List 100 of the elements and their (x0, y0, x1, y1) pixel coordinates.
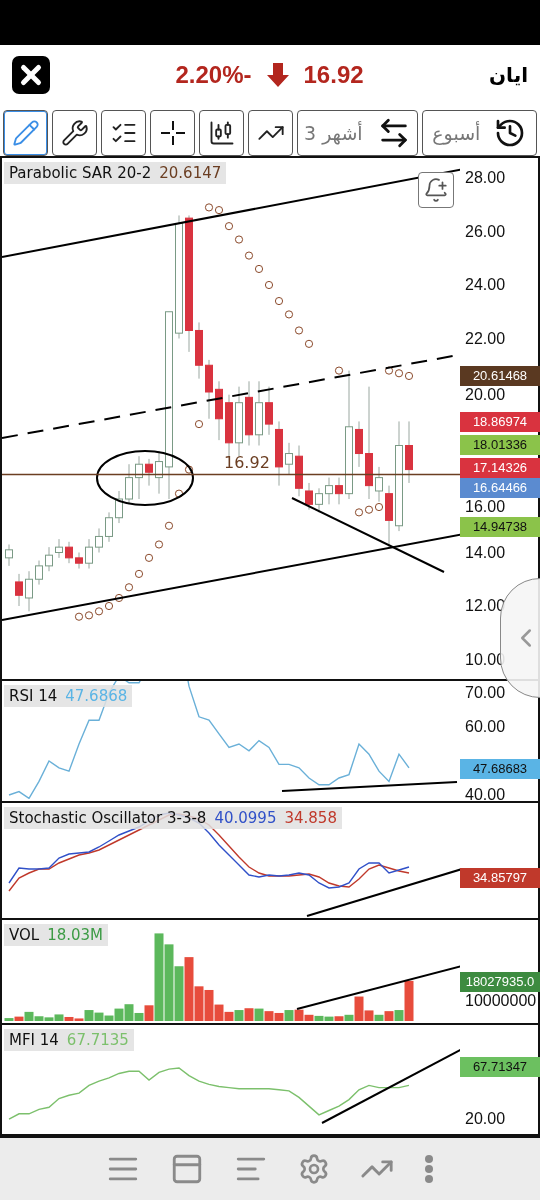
candle (355, 420, 363, 468)
candle (85, 538, 93, 570)
indicator-value: 47.6868 (65, 687, 128, 705)
tool-button[interactable] (150, 110, 195, 156)
axis-label: 20.00 (465, 1111, 506, 1127)
axis-label: 10000000 (465, 992, 537, 1009)
candle (225, 394, 233, 457)
sar-dot (394, 369, 404, 378)
candle (55, 538, 63, 559)
indicator-name: MFI 14 (9, 1031, 59, 1049)
sar-dot (144, 553, 154, 562)
candle (115, 490, 123, 524)
volume-bar (284, 1010, 294, 1021)
nav-button[interactable] (170, 1152, 204, 1186)
sar-dot (184, 465, 194, 474)
indicator-value: 34.858 (284, 809, 337, 827)
axis-label: 60.00 (465, 719, 506, 735)
axis-label: 10.00 (465, 651, 506, 668)
candle (195, 321, 203, 380)
sar-dot (154, 540, 164, 549)
candle (15, 573, 23, 607)
sar-dot (364, 505, 374, 514)
candle (375, 466, 383, 503)
sar-dot (294, 326, 304, 335)
bell-plus-icon (423, 177, 449, 203)
value-tag: 47.68683 (460, 758, 540, 779)
more-icon (424, 1154, 434, 1184)
indicator-name: RSI 14 (9, 687, 58, 705)
candle (315, 487, 323, 513)
candle (305, 482, 313, 511)
range-button[interactable]: 3 أشهر (297, 110, 418, 156)
value-tag: 18027935.0 (460, 971, 540, 992)
candle (275, 420, 283, 487)
value-tag: 18.86974 (460, 412, 540, 433)
settings-icon (298, 1153, 330, 1185)
axis-label: 22.00 (465, 330, 506, 347)
candle (215, 380, 223, 441)
value-tag: 18.01336 (460, 435, 540, 456)
price-line-label: 16.92 (224, 453, 270, 473)
sar-dot (264, 280, 274, 290)
sar-dot (114, 593, 124, 603)
wrench-icon (60, 119, 89, 147)
axis-label: 20.00 (465, 386, 506, 403)
add-alert-button[interactable] (418, 172, 454, 208)
value-tag: 16.64466 (460, 478, 540, 499)
indicator-value: 18.03M (47, 926, 104, 944)
value-tag: 34.85797 (460, 868, 540, 889)
sar-dot (74, 612, 84, 621)
tool-button[interactable] (52, 110, 97, 156)
tool-button[interactable] (199, 110, 244, 156)
sar-dot (244, 251, 254, 260)
panel-icon (170, 1152, 204, 1186)
candle (135, 455, 143, 500)
pencil-icon (11, 119, 40, 147)
nav-button[interactable] (298, 1153, 330, 1185)
crosshair-icon (159, 120, 186, 146)
candle (65, 541, 73, 564)
indicator-value: 40.0995 (214, 809, 277, 827)
axis-label: 12.00 (465, 598, 506, 614)
candle (45, 546, 53, 572)
sar-dot (214, 206, 224, 215)
close-button[interactable] (12, 56, 50, 94)
volume-bar (384, 1011, 394, 1021)
tool-button[interactable] (101, 110, 146, 156)
axis-label: 14.00 (465, 544, 506, 561)
sar-dot (194, 420, 204, 429)
sar-dot (84, 611, 94, 620)
indicator-name: Parabolic SAR 20-2 (9, 164, 152, 182)
axis-label: 24.00 (465, 277, 506, 293)
symbol-name: ايان (489, 63, 528, 87)
candle (5, 544, 13, 567)
sar-dot (124, 583, 134, 592)
axis-label: 40.00 (465, 787, 506, 803)
candle (325, 477, 333, 505)
candle (95, 527, 103, 553)
candle (335, 477, 343, 505)
axis-label: 28.00 (465, 170, 506, 186)
candle (25, 570, 33, 612)
candle (285, 442, 293, 476)
indicator-name: VOL (9, 926, 40, 944)
tool-button[interactable] (3, 110, 48, 156)
candle (255, 380, 263, 446)
volume-bar (274, 1012, 284, 1021)
tool-button[interactable] (248, 110, 293, 156)
last-price: 16.92 (303, 61, 364, 89)
sar-dot (304, 339, 314, 348)
volume-bar (244, 1008, 254, 1021)
sar-dot (164, 521, 174, 530)
candle (405, 420, 413, 484)
nav-button[interactable] (424, 1154, 434, 1184)
sar-dot (204, 203, 214, 212)
candle (145, 458, 153, 487)
candle (385, 485, 393, 548)
sar-dot (134, 569, 144, 578)
interval-button[interactable]: أسبوع (421, 110, 537, 156)
volume-bar (254, 1008, 264, 1021)
candle (155, 450, 163, 495)
sar-dot (384, 366, 394, 375)
candle (265, 386, 273, 436)
sar-dot (404, 371, 414, 381)
